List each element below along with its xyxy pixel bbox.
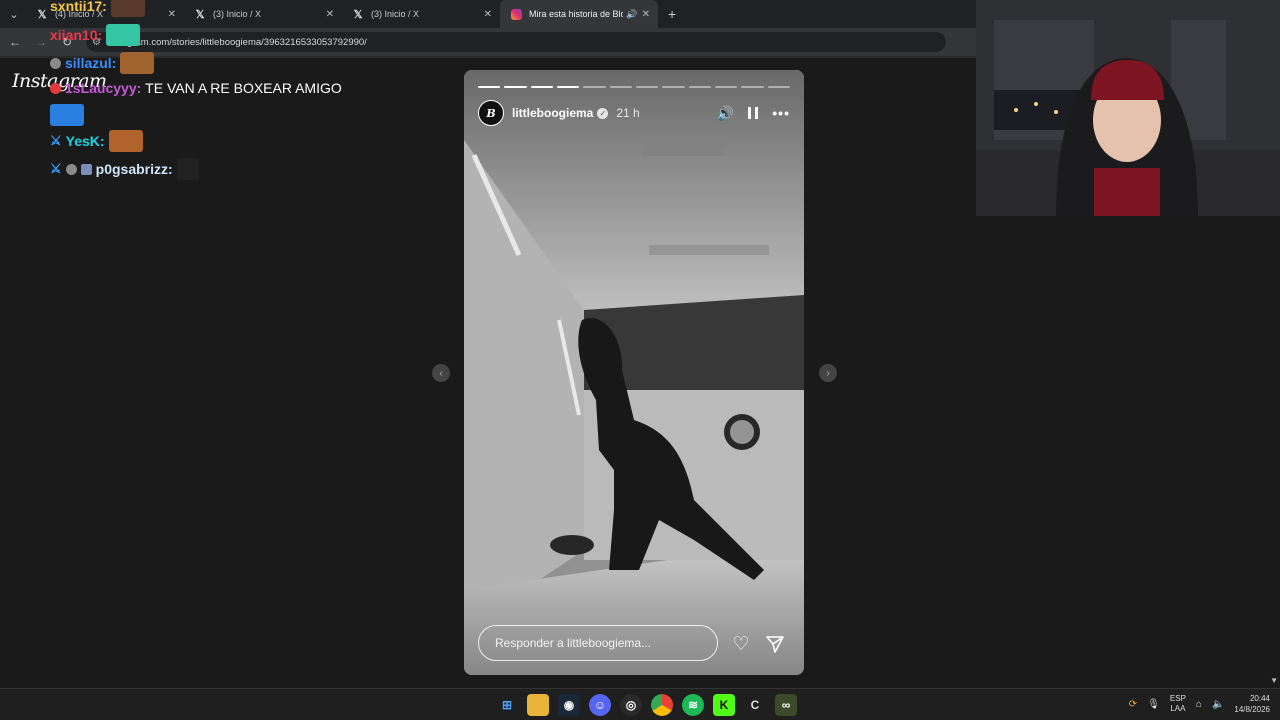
language-line: ESP	[1169, 694, 1186, 703]
badge-icon	[65, 163, 77, 175]
progress-segment	[478, 86, 501, 88]
more-options-icon[interactable]: •••	[772, 105, 790, 121]
network-icon[interactable]: ⌂	[1196, 699, 1202, 710]
reply-placeholder: Responder a littleboogiema...	[495, 636, 652, 650]
file-explorer-icon[interactable]	[527, 694, 549, 716]
chat-emote	[120, 52, 155, 74]
close-icon[interactable]: ✕	[484, 9, 492, 20]
story-viewer[interactable]: B littleboogiema ✓ 21 h 🔊 ••• Responder …	[464, 70, 804, 675]
chat-emote	[176, 158, 199, 180]
chat-emote	[50, 104, 84, 126]
kick-icon[interactable]: K	[713, 694, 735, 716]
progress-segment	[609, 86, 632, 88]
story-timestamp: 21 h	[616, 106, 640, 120]
progress-segment	[741, 86, 764, 88]
pause-icon[interactable]	[748, 107, 759, 119]
next-story-icon[interactable]: ›	[819, 364, 837, 382]
instagram-icon	[510, 8, 522, 20]
progress-segment	[635, 86, 659, 88]
story-controls: 🔊 •••	[717, 105, 790, 122]
chat-message	[50, 104, 84, 126]
windows-taskbar: ⊞ ◉ ☺ ◎ ≋ K C ∞ ⟳ 🎙 ESP LAA ⌂ 🔈 20:44 14…	[0, 688, 1280, 720]
story-header: B littleboogiema ✓ 21 h 🔊 •••	[478, 100, 790, 126]
progress-segment	[662, 86, 685, 88]
ccleaner-icon[interactable]: C	[744, 694, 766, 716]
discord-icon[interactable]: ☺	[589, 694, 611, 716]
chat-message: xiian10:	[50, 24, 141, 46]
chat-message: ⚔ YesK:	[50, 130, 143, 152]
volume-icon[interactable]: 🔊	[717, 105, 734, 122]
language-indicator[interactable]: ESP LAA	[1170, 694, 1186, 714]
sync-icon[interactable]: ⟳	[1129, 699, 1137, 710]
new-tab-plus-icon[interactable]: +	[668, 6, 676, 22]
clock[interactable]: 20:44 14/8/2026	[1234, 693, 1270, 715]
progress-segment	[556, 86, 580, 88]
avatar[interactable]: B	[478, 100, 504, 126]
stream-chat-overlay: sxntii17: xiian10: sillazul: 1sLaucyyy: …	[0, 0, 420, 190]
obs-icon[interactable]: ◎	[620, 694, 642, 716]
story-username[interactable]: littleboogiema	[512, 106, 593, 120]
chat-emote	[110, 0, 145, 17]
progress-segment	[504, 86, 527, 88]
chat-username: xiian10	[50, 27, 98, 43]
spotify-icon[interactable]: ≋	[682, 694, 704, 716]
chat-text: TE VAN A RE BOXEAR AMIGO	[145, 80, 342, 96]
badge-icon	[50, 57, 61, 69]
chat-username: sillazul	[65, 55, 112, 71]
system-tray: ⟳ 🎙 ESP LAA ⌂ 🔈 20:44 14/8/2026	[1129, 693, 1270, 715]
chat-message: sillazul:	[50, 52, 155, 74]
chat-username: p0gsabrizz	[95, 161, 169, 177]
taskbar-apps: ⊞ ◉ ☺ ◎ ≋ K C ∞	[496, 694, 797, 716]
badge-icon	[50, 82, 61, 94]
clock-time: 20:44	[1249, 694, 1270, 703]
chat-message: 1sLaucyyy: TE VAN A RE BOXEAR AMIGO	[50, 80, 342, 96]
tab-title: Mira esta historia de Blockchain	[529, 9, 624, 19]
tab-instagram-story[interactable]: Mira esta historia de Blockchain 🔊 ✕	[500, 0, 658, 28]
progress-segment	[767, 86, 790, 88]
microphone-icon[interactable]: 🎙	[1147, 699, 1160, 710]
progress-segment	[688, 86, 711, 88]
badge-icon	[80, 163, 92, 175]
language-line: LAA	[1170, 704, 1186, 713]
previous-story-icon[interactable]: ‹	[432, 364, 450, 382]
volume-icon[interactable]: 🔈	[1212, 699, 1224, 710]
sword-badge-icon: ⚔	[50, 161, 62, 176]
chat-message: sxntii17:	[50, 0, 145, 17]
progress-segment	[714, 86, 738, 88]
chat-emote	[106, 24, 141, 46]
reply-input[interactable]: Responder a littleboogiema...	[478, 625, 718, 661]
chat-emote	[108, 130, 143, 152]
chrome-icon[interactable]	[651, 694, 673, 716]
speaker-icon[interactable]: 🔊	[626, 9, 637, 20]
chat-message: ⚔ p0gsabrizz:	[50, 158, 199, 180]
clock-date: 14/8/2026	[1234, 705, 1270, 714]
chat-username: sxntii17	[50, 0, 103, 14]
story-progress-bar	[478, 86, 790, 88]
webcam-image	[976, 0, 1280, 216]
chat-username: 1sLaucyyy	[65, 80, 137, 96]
close-icon[interactable]: ✕	[642, 9, 650, 20]
app-icon[interactable]: ∞	[775, 694, 797, 716]
chat-username: YesK	[65, 133, 100, 149]
scrollbar-down-icon[interactable]: ▼	[1270, 676, 1278, 685]
windows-start-icon[interactable]: ⊞	[496, 694, 518, 716]
progress-segment	[583, 86, 606, 88]
progress-segment	[530, 86, 553, 88]
story-photo	[464, 70, 804, 675]
like-heart-icon[interactable]: ♡	[730, 633, 752, 655]
steam-icon[interactable]: ◉	[558, 694, 580, 716]
share-send-icon[interactable]	[764, 633, 786, 655]
sword-badge-icon: ⚔	[50, 133, 62, 148]
webcam-overlay	[976, 0, 1280, 216]
verified-badge-icon: ✓	[597, 107, 609, 119]
